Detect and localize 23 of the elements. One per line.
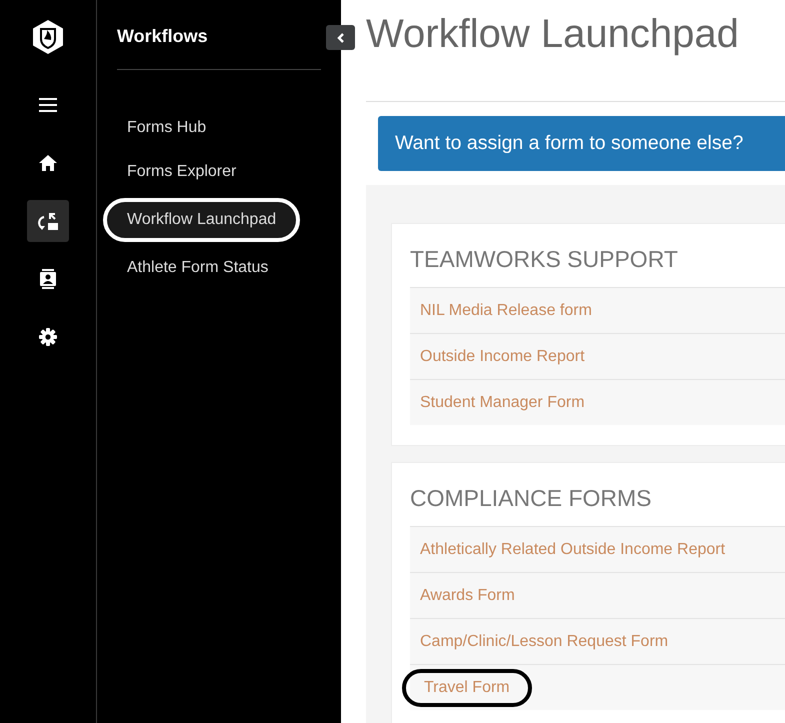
chevron-left-icon xyxy=(336,32,344,42)
home-icon xyxy=(39,155,57,171)
sidebar-item[interactable]: Forms Hub xyxy=(115,106,218,150)
form-link[interactable]: Awards Form xyxy=(420,586,515,604)
section-title: TEAMWORKS SUPPORT xyxy=(410,246,679,273)
sidebar-item[interactable]: Workflow Launchpad xyxy=(103,198,300,242)
section-title: COMPLIANCE FORMS xyxy=(410,485,653,512)
nav-workflow-button[interactable] xyxy=(27,200,69,242)
sidebar-item[interactable]: Forms Explorer xyxy=(115,150,248,194)
sidebar-item[interactable]: Athlete Form Status xyxy=(115,246,280,290)
form-link[interactable]: NIL Media Release form xyxy=(420,302,592,320)
page-title: Workflow Launchpad xyxy=(366,12,740,57)
contact-card-icon xyxy=(40,269,56,289)
workflow-icon xyxy=(37,211,59,231)
menu-icon xyxy=(39,98,57,112)
assign-form-banner[interactable]: Want to assign a form to someone else? xyxy=(378,116,785,171)
form-link[interactable]: Student Manager Form xyxy=(420,394,585,412)
settings-icon xyxy=(39,328,57,346)
sidebar-title: Workflows xyxy=(117,26,209,47)
form-link[interactable]: Outside Income Report xyxy=(420,348,585,366)
shield-logo-icon xyxy=(33,20,63,54)
collapse-button[interactable] xyxy=(326,25,355,50)
form-link[interactable]: Travel Form xyxy=(402,668,532,706)
